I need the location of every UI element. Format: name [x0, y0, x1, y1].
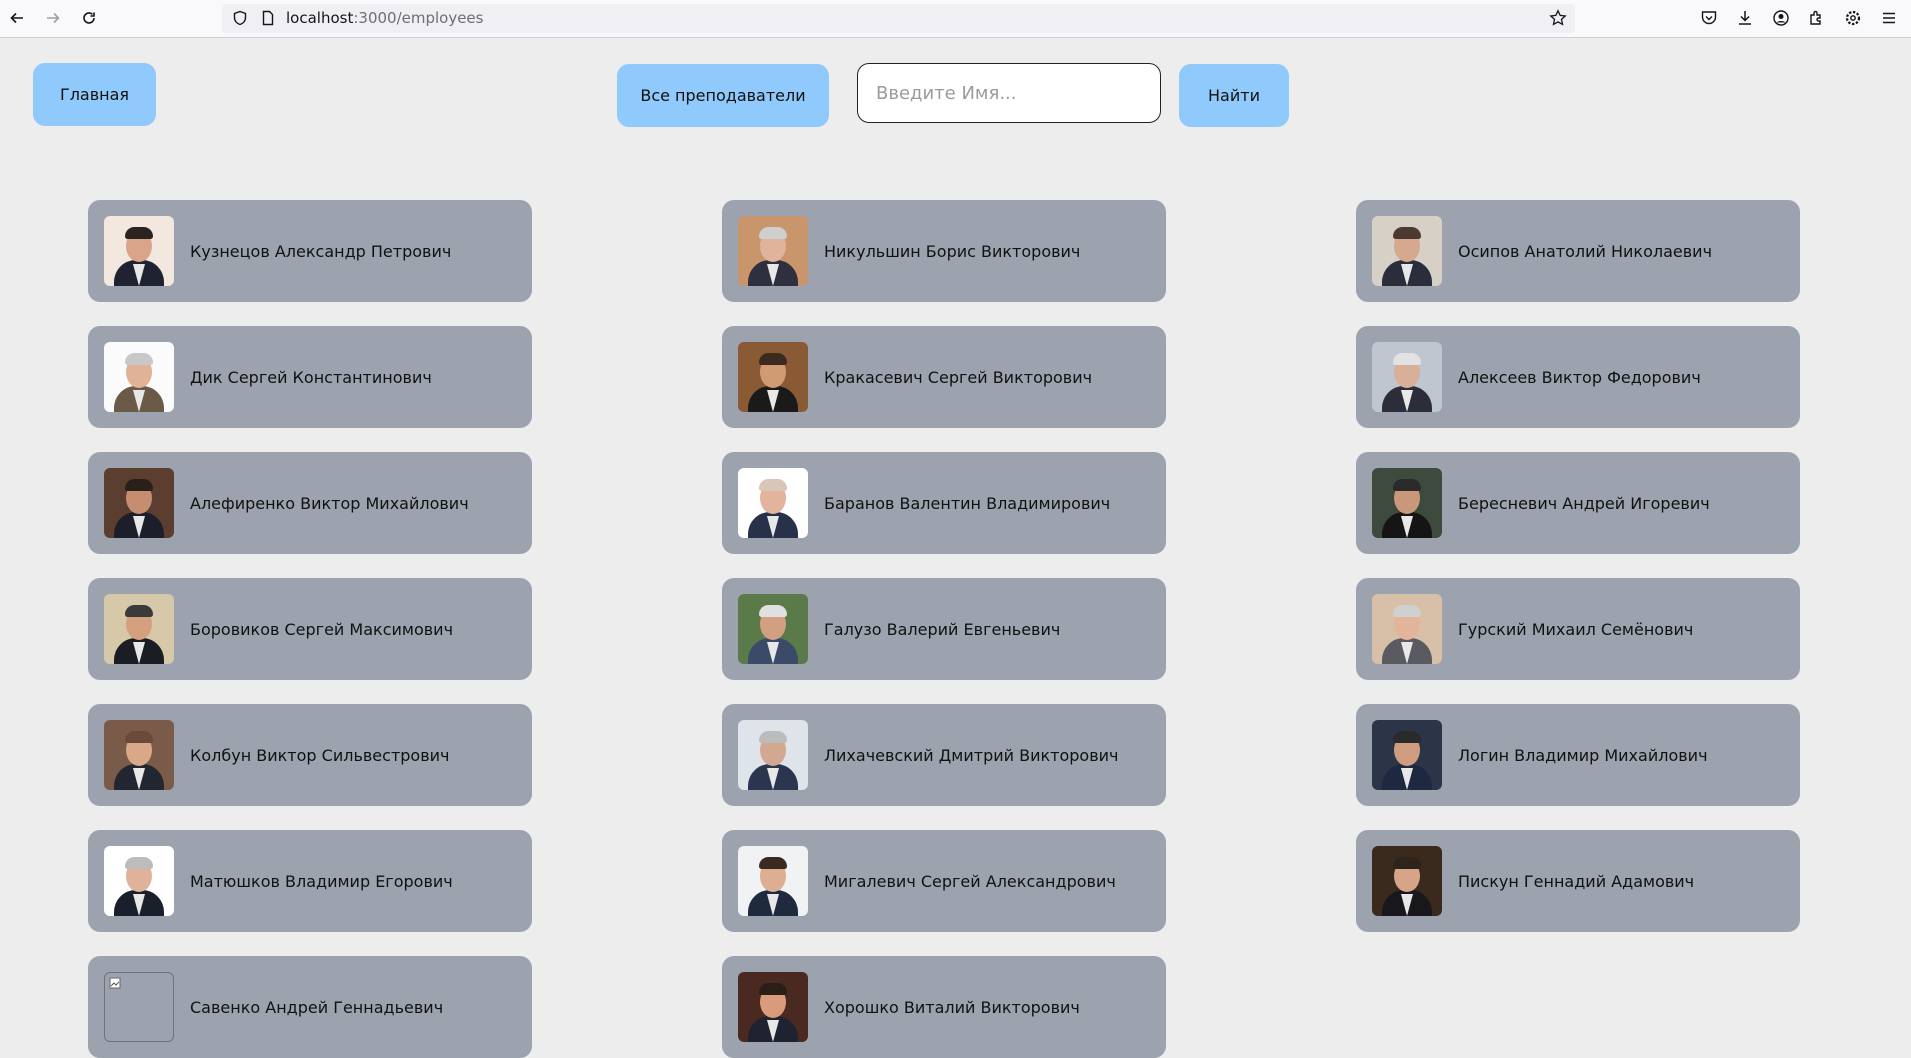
url-text[interactable]: localhost:3000/employees — [286, 10, 483, 27]
employee-name: Кузнецов Александр Петрович — [190, 241, 452, 261]
employee-card[interactable]: Боровиков Сергей Максимович — [88, 578, 532, 680]
account-icon[interactable] — [1771, 8, 1791, 28]
employee-name: Мигалевич Сергей Александрович — [824, 871, 1116, 891]
downloads-icon[interactable] — [1735, 8, 1755, 28]
employee-photo — [738, 720, 808, 790]
employee-photo — [738, 846, 808, 916]
employee-photo — [1372, 720, 1442, 790]
url-path: :3000/employees — [353, 9, 484, 27]
employee-photo — [738, 594, 808, 664]
menu-hamburger-icon[interactable] — [1879, 8, 1899, 28]
employee-card[interactable]: Береcневич Андрей Игоревич — [1356, 452, 1800, 554]
employee-name: Кракасевич Сергей Викторович — [824, 367, 1093, 387]
employee-card[interactable]: Осипов Анатолий Николаевич — [1356, 200, 1800, 302]
employee-photo — [1372, 342, 1442, 412]
shield-icon[interactable] — [232, 10, 248, 26]
employee-photo — [1372, 468, 1442, 538]
employee-name: Баранов Валентин Владимирович — [824, 493, 1111, 513]
home-button[interactable]: Главная — [33, 63, 156, 126]
page-info-icon[interactable] — [260, 10, 276, 26]
employee-photo — [104, 342, 174, 412]
employee-name: Колбун Виктор Сильвестрович — [190, 745, 450, 765]
employee-photo — [104, 972, 174, 1042]
browser-toolbar: localhost:3000/employees — [0, 0, 1911, 38]
extensions-icon[interactable] — [1807, 8, 1827, 28]
employee-card[interactable]: Матюшков Владимир Егорович — [88, 830, 532, 932]
employee-card[interactable]: Колбун Виктор Сильвестрович — [88, 704, 532, 806]
employee-name: Лихачевский Дмитрий Викторович — [824, 745, 1119, 765]
employee-name: Галузо Валерий Евгеньевич — [824, 619, 1061, 639]
employee-photo — [104, 468, 174, 538]
employee-name: Алексеев Виктор Федорович — [1458, 367, 1701, 387]
employee-name: Савенко Андрей Геннадьевич — [190, 997, 444, 1017]
employee-card[interactable]: Лихачевский Дмитрий Викторович — [722, 704, 1166, 806]
find-button[interactable]: Найти — [1179, 64, 1289, 127]
employee-name: Гурский Михаил Семёнович — [1458, 619, 1694, 639]
employee-name: Матюшков Владимир Егорович — [190, 871, 453, 891]
employee-card[interactable]: Никульшин Борис Викторович — [722, 200, 1166, 302]
employee-card[interactable]: Алефиренко Виктор Михайлович — [88, 452, 532, 554]
employee-name: Боровиков Сергей Максимович — [190, 619, 454, 639]
employee-card[interactable]: Кракасевич Сергей Викторович — [722, 326, 1166, 428]
search-name-input[interactable] — [857, 63, 1161, 123]
employee-name: Дик Сергей Константинович — [190, 367, 432, 387]
employee-card[interactable]: Мигалевич Сергей Александрович — [722, 830, 1166, 932]
all-teachers-button[interactable]: Все преподаватели — [617, 64, 829, 127]
employee-photo — [1372, 216, 1442, 286]
back-icon[interactable] — [5, 6, 29, 30]
employee-photo — [738, 342, 808, 412]
employee-name: Алефиренко Виктор Михайлович — [190, 493, 469, 513]
employee-card[interactable]: Галузо Валерий Евгеньевич — [722, 578, 1166, 680]
employee-name: Осипов Анатолий Николаевич — [1458, 241, 1713, 261]
employee-name: Хорошко Виталий Викторович — [824, 997, 1080, 1017]
employee-name: Никульшин Борис Викторович — [824, 241, 1081, 261]
employee-photo — [104, 594, 174, 664]
employee-name: Логин Владимир Михайлович — [1458, 745, 1708, 765]
employee-photo — [1372, 594, 1442, 664]
employee-photo — [738, 468, 808, 538]
pocket-icon[interactable] — [1699, 8, 1719, 28]
employee-photo — [104, 846, 174, 916]
reload-icon[interactable] — [77, 6, 101, 30]
employee-name: Пискун Геннадий Адамович — [1458, 871, 1695, 891]
employee-name: Береcневич Андрей Игоревич — [1458, 493, 1710, 513]
address-bar[interactable]: localhost:3000/employees — [222, 4, 1575, 33]
employee-card[interactable]: Дик Сергей Константинович — [88, 326, 532, 428]
employee-photo — [1372, 846, 1442, 916]
url-host: localhost — [286, 9, 354, 27]
employee-card[interactable]: Пискун Геннадий Адамович — [1356, 830, 1800, 932]
employee-card[interactable]: Алексеев Виктор Федорович — [1356, 326, 1800, 428]
employee-photo — [738, 972, 808, 1042]
employee-photo — [104, 216, 174, 286]
employee-card[interactable]: Баранов Валентин Владимирович — [722, 452, 1166, 554]
employee-card[interactable]: Гурский Михаил Семёнович — [1356, 578, 1800, 680]
employee-photo — [104, 720, 174, 790]
employee-photo — [738, 216, 808, 286]
employee-card[interactable]: Савенко Андрей Геннадьевич — [88, 956, 532, 1058]
forward-icon[interactable] — [41, 6, 65, 30]
broken-image-icon — [109, 977, 121, 989]
bookmark-star-icon[interactable] — [1549, 9, 1567, 27]
employee-card[interactable]: Логин Владимир Михайлович — [1356, 704, 1800, 806]
employee-card[interactable]: Кузнецов Александр Петрович — [88, 200, 532, 302]
settings-gear-icon[interactable] — [1843, 8, 1863, 28]
employee-card[interactable]: Хорошко Виталий Викторович — [722, 956, 1166, 1058]
